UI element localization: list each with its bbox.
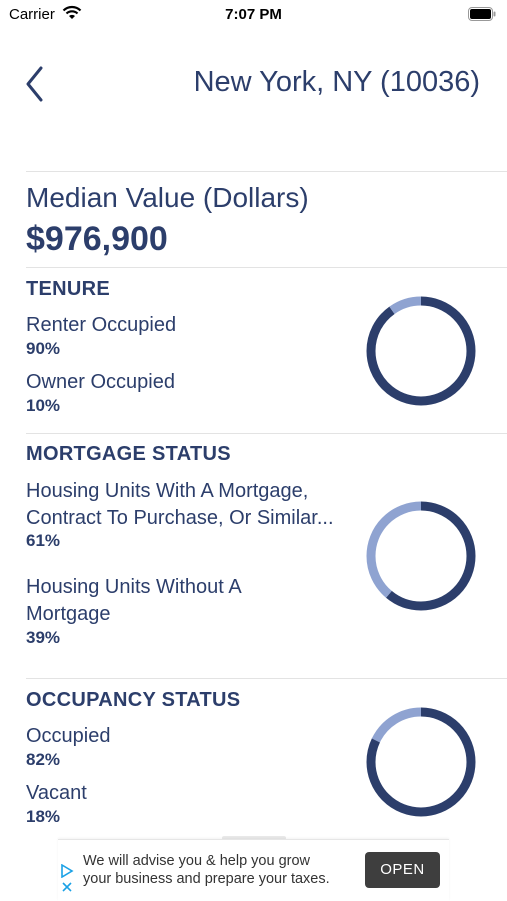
close-icon[interactable]: [61, 880, 73, 898]
mortgage-donut-chart: [366, 501, 476, 611]
tenure-donut-segment-0: [366, 296, 476, 406]
occupancy-vacant-label: Vacant: [26, 782, 87, 804]
chevron-left-icon: [26, 66, 43, 102]
mortgage-with-label-line2: Contract To Purchase, Or Similar...: [26, 507, 334, 529]
tenure-renter-value: 90%: [26, 339, 61, 358]
tenure-section-title: TENURE: [26, 278, 111, 300]
tenure-renter-label: Renter Occupied: [26, 314, 177, 336]
occupancy-vacant-value: 18%: [26, 807, 61, 826]
tenure-owner-value: 10%: [26, 396, 61, 415]
status-time: 7:07 PM: [225, 6, 282, 23]
status-bar: Carrier 7:07 PM: [0, 0, 507, 30]
occupancy-donut-chart: [366, 707, 476, 817]
median-value-amount: $976,900: [26, 220, 168, 258]
median-value-label: Median Value (Dollars): [26, 182, 309, 213]
ad-text-line2: your business and prepare your taxes.: [83, 871, 330, 887]
divider: [26, 267, 507, 268]
divider: [26, 171, 507, 172]
occupancy-occupied-value: 82%: [26, 750, 61, 769]
mortgage-without-value: 39%: [26, 628, 61, 647]
tenure-donut-chart: [366, 296, 476, 406]
mortgage-without-label-line2: Mortgage: [26, 603, 111, 625]
battery-icon: [468, 7, 496, 25]
mortgage-with-label-line1: Housing Units With A Mortgage,: [26, 480, 309, 502]
page-title: New York, NY (10036): [193, 66, 480, 98]
back-button[interactable]: [22, 62, 52, 102]
occupancy-occupied-label: Occupied: [26, 725, 111, 747]
ad-text: We will advise you & help you grow your …: [83, 852, 330, 888]
occupancy-section-title: OCCUPANCY STATUS: [26, 689, 241, 711]
mortgage-with-value: 61%: [26, 531, 61, 550]
tenure-owner-label: Owner Occupied: [26, 371, 175, 393]
nav-bar: New York, NY (10036): [0, 60, 507, 104]
mortgage-section-title: MORTGAGE STATUS: [26, 443, 231, 465]
divider: [26, 433, 507, 434]
ad-open-button[interactable]: OPEN: [365, 852, 440, 888]
divider: [26, 678, 507, 679]
ad-text-line1: We will advise you & help you grow: [83, 853, 311, 869]
mortgage-without-label-line1: Housing Units Without A: [26, 576, 242, 598]
ad-banner[interactable]: We will advise you & help you grow your …: [58, 839, 449, 901]
